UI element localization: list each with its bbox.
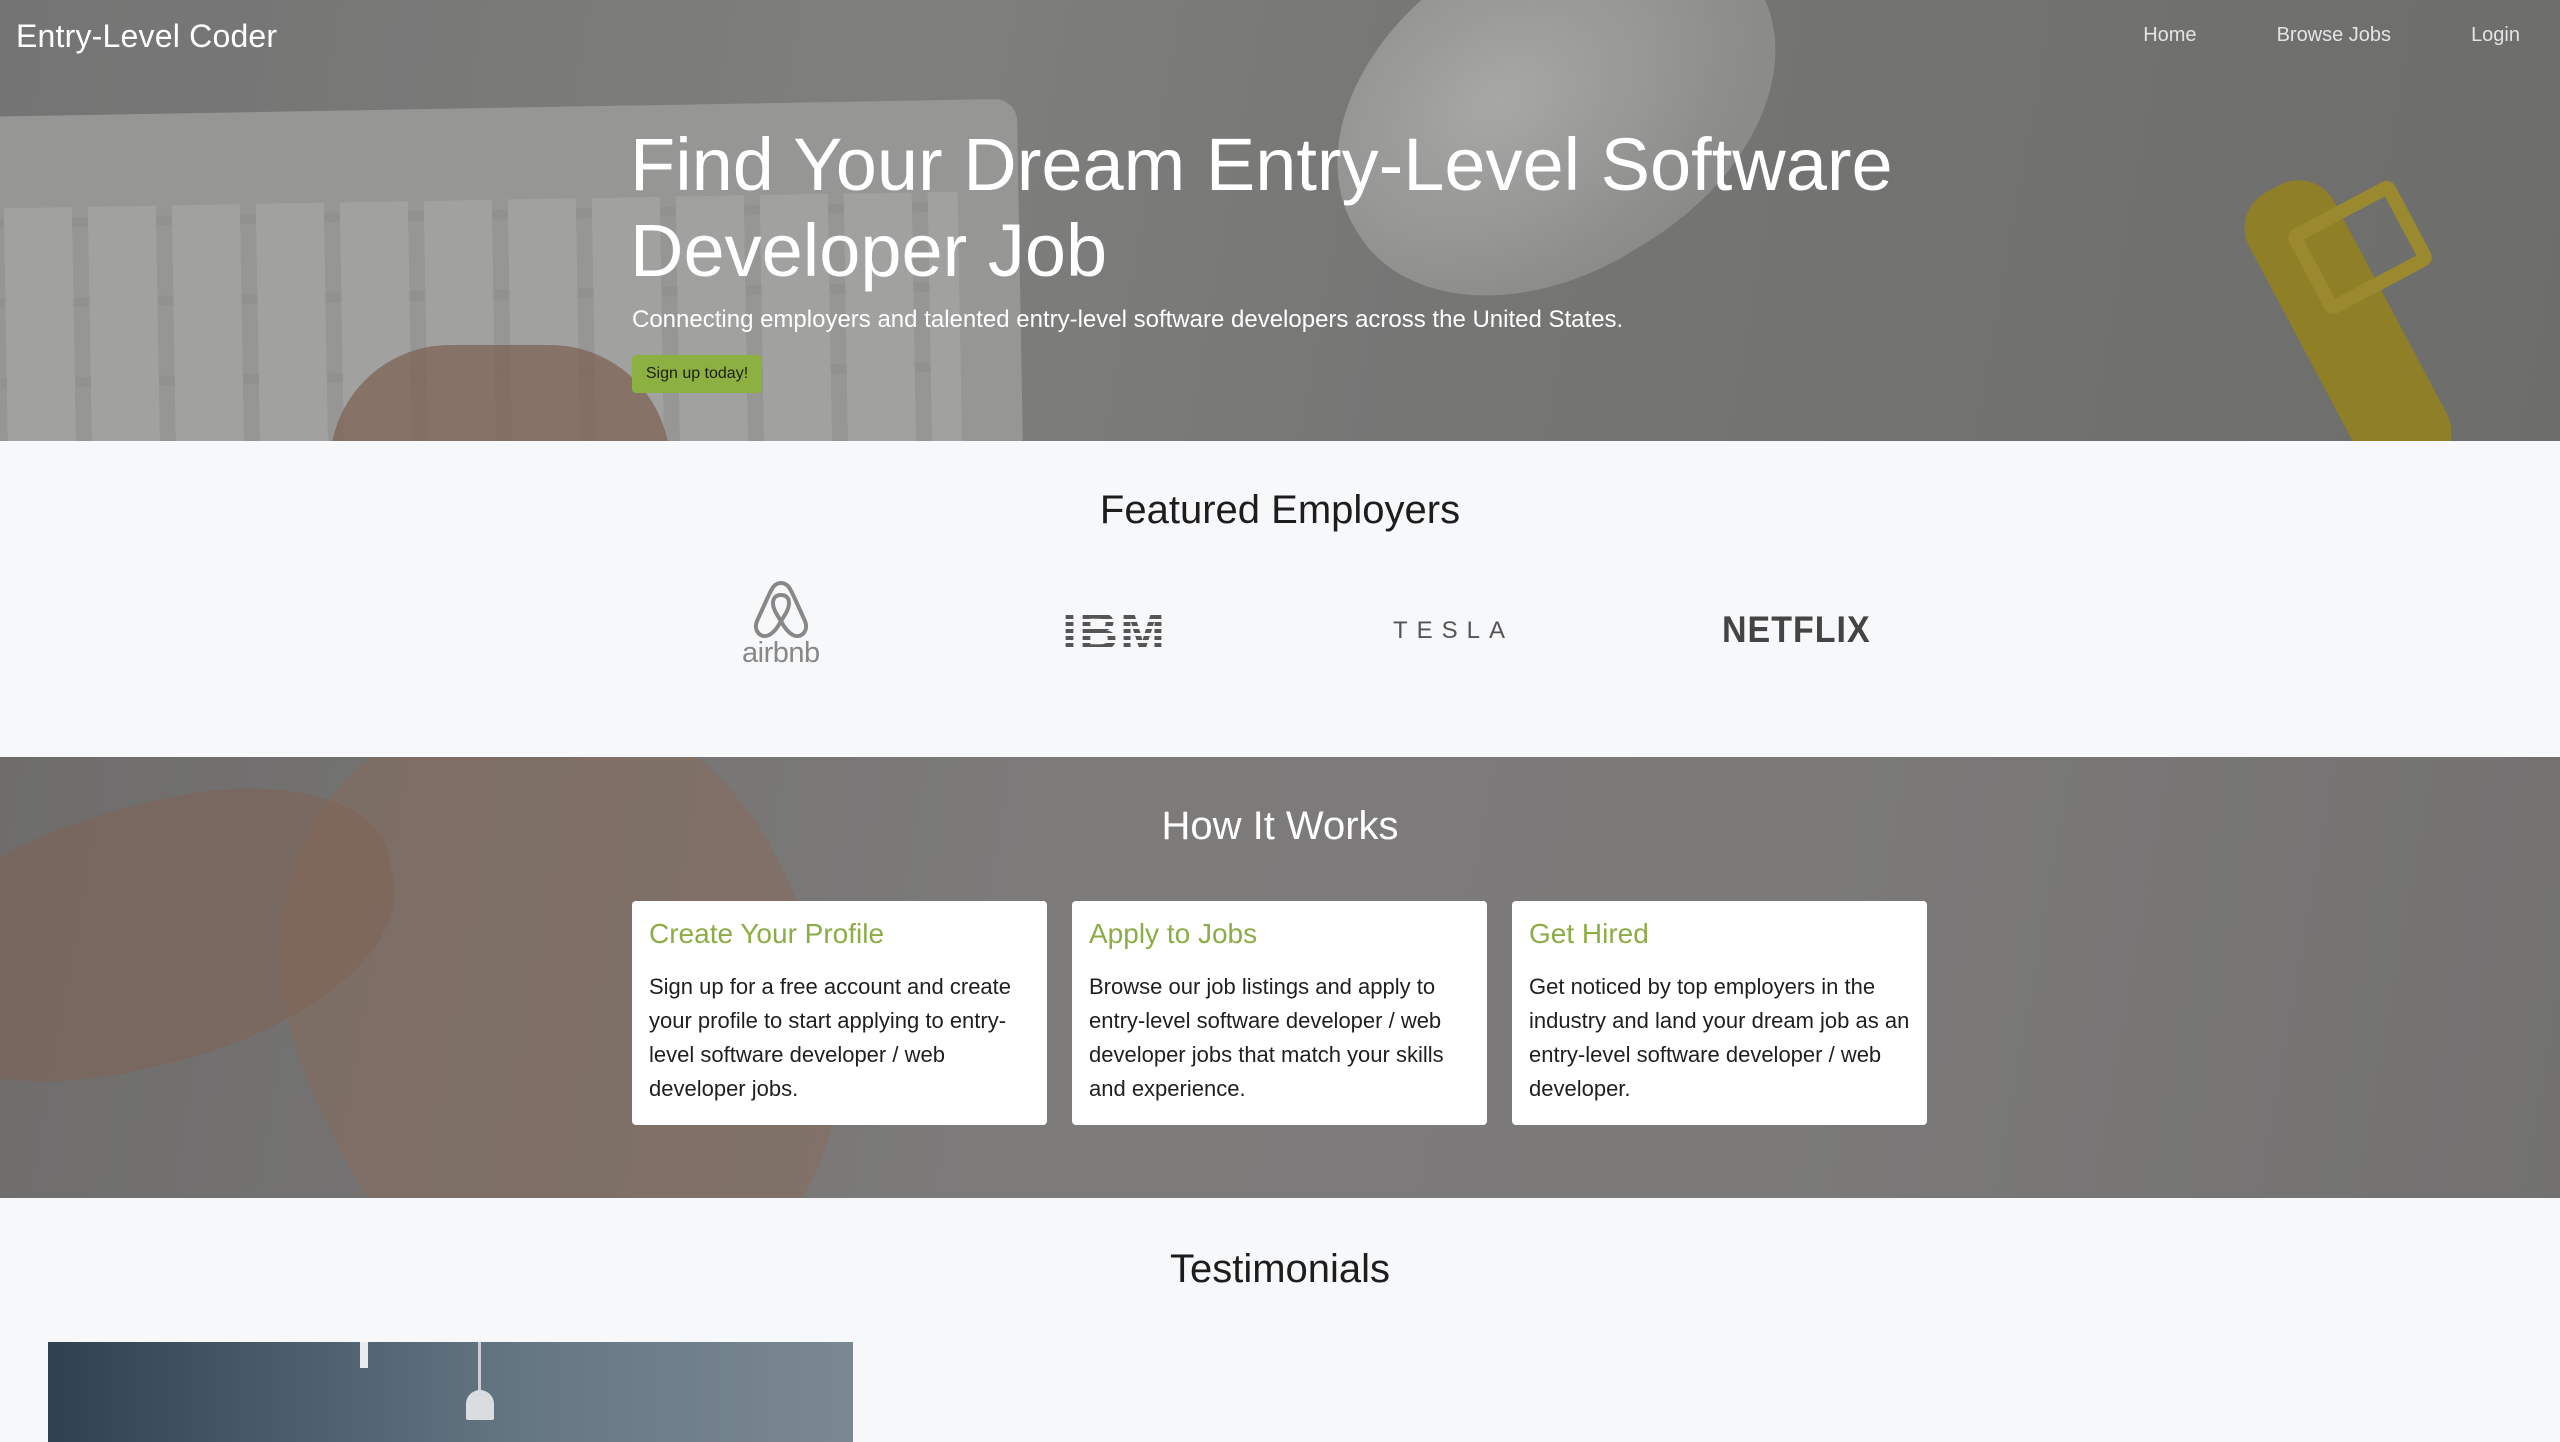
employer-logos: airbnb IBM TESLA NETFLIX xyxy=(0,581,2560,691)
step-card-title: Apply to Jobs xyxy=(1089,918,1258,949)
tesla-wordmark: TESLA xyxy=(1393,617,1515,644)
step-card-body: Browse our job listings and apply to ent… xyxy=(1089,974,1444,1101)
airbnb-logo: airbnb xyxy=(742,579,820,670)
featured-employers-title: Featured Employers xyxy=(1099,488,1461,532)
tesla-logo: TESLA xyxy=(1393,617,1514,645)
featured-employers-section: Featured Employers airbnb IBM TESLA NETF… xyxy=(0,441,2560,757)
testimonial-photo xyxy=(48,1342,853,1442)
airbnb-wordmark: airbnb xyxy=(742,637,820,669)
ibm-logo: IBM xyxy=(1062,601,1167,663)
ceiling-bracket xyxy=(360,1342,368,1368)
netflix-logo: NETFLIX xyxy=(1722,609,1871,651)
top-nav: Home Browse Jobs Login xyxy=(2143,24,2520,47)
nav-browse-jobs-link[interactable]: Browse Jobs xyxy=(2277,24,2392,47)
step-card-body: Get noticed by top employers in the indu… xyxy=(1529,974,1910,1101)
hero-subtitle: Connecting employers and talented entry-… xyxy=(632,306,1624,333)
sign-up-button[interactable]: Sign up today! xyxy=(632,355,762,393)
step-card-create-profile: Create Your Profile Sign up for a free a… xyxy=(632,901,1047,1125)
lamp-wire xyxy=(478,1342,481,1392)
how-it-works-section: How It Works Create Your Profile Sign up… xyxy=(0,757,2560,1198)
step-card-title: Create Your Profile xyxy=(649,918,885,949)
step-card-body: Sign up for a free account and create yo… xyxy=(649,974,1012,1101)
nav-home-link[interactable]: Home xyxy=(2143,24,2196,47)
step-card-title: Get Hired xyxy=(1529,918,1649,949)
netflix-wordmark: NETFLIX xyxy=(1722,609,1871,651)
testimonials-section: Testimonials xyxy=(0,1198,2560,1442)
brand-logo-text[interactable]: Entry-Level Coder xyxy=(16,18,277,55)
pendant-lamp xyxy=(466,1390,494,1420)
ibm-wordmark: IBM xyxy=(1062,602,1167,662)
nav-login-link[interactable]: Login xyxy=(2471,24,2520,47)
hero-title: Find Your Dream Entry-Level Software Dev… xyxy=(630,123,1893,292)
step-card-apply-jobs: Apply to Jobs Browse our job listings an… xyxy=(1072,901,1487,1125)
how-it-works-title: How It Works xyxy=(1161,804,1399,848)
step-card-get-hired: Get Hired Get noticed by top employers i… xyxy=(1512,901,1927,1125)
testimonials-title: Testimonials xyxy=(1169,1247,1391,1291)
hero-section: Entry-Level Coder Home Browse Jobs Login… xyxy=(0,0,2560,441)
airbnb-icon xyxy=(753,581,808,638)
